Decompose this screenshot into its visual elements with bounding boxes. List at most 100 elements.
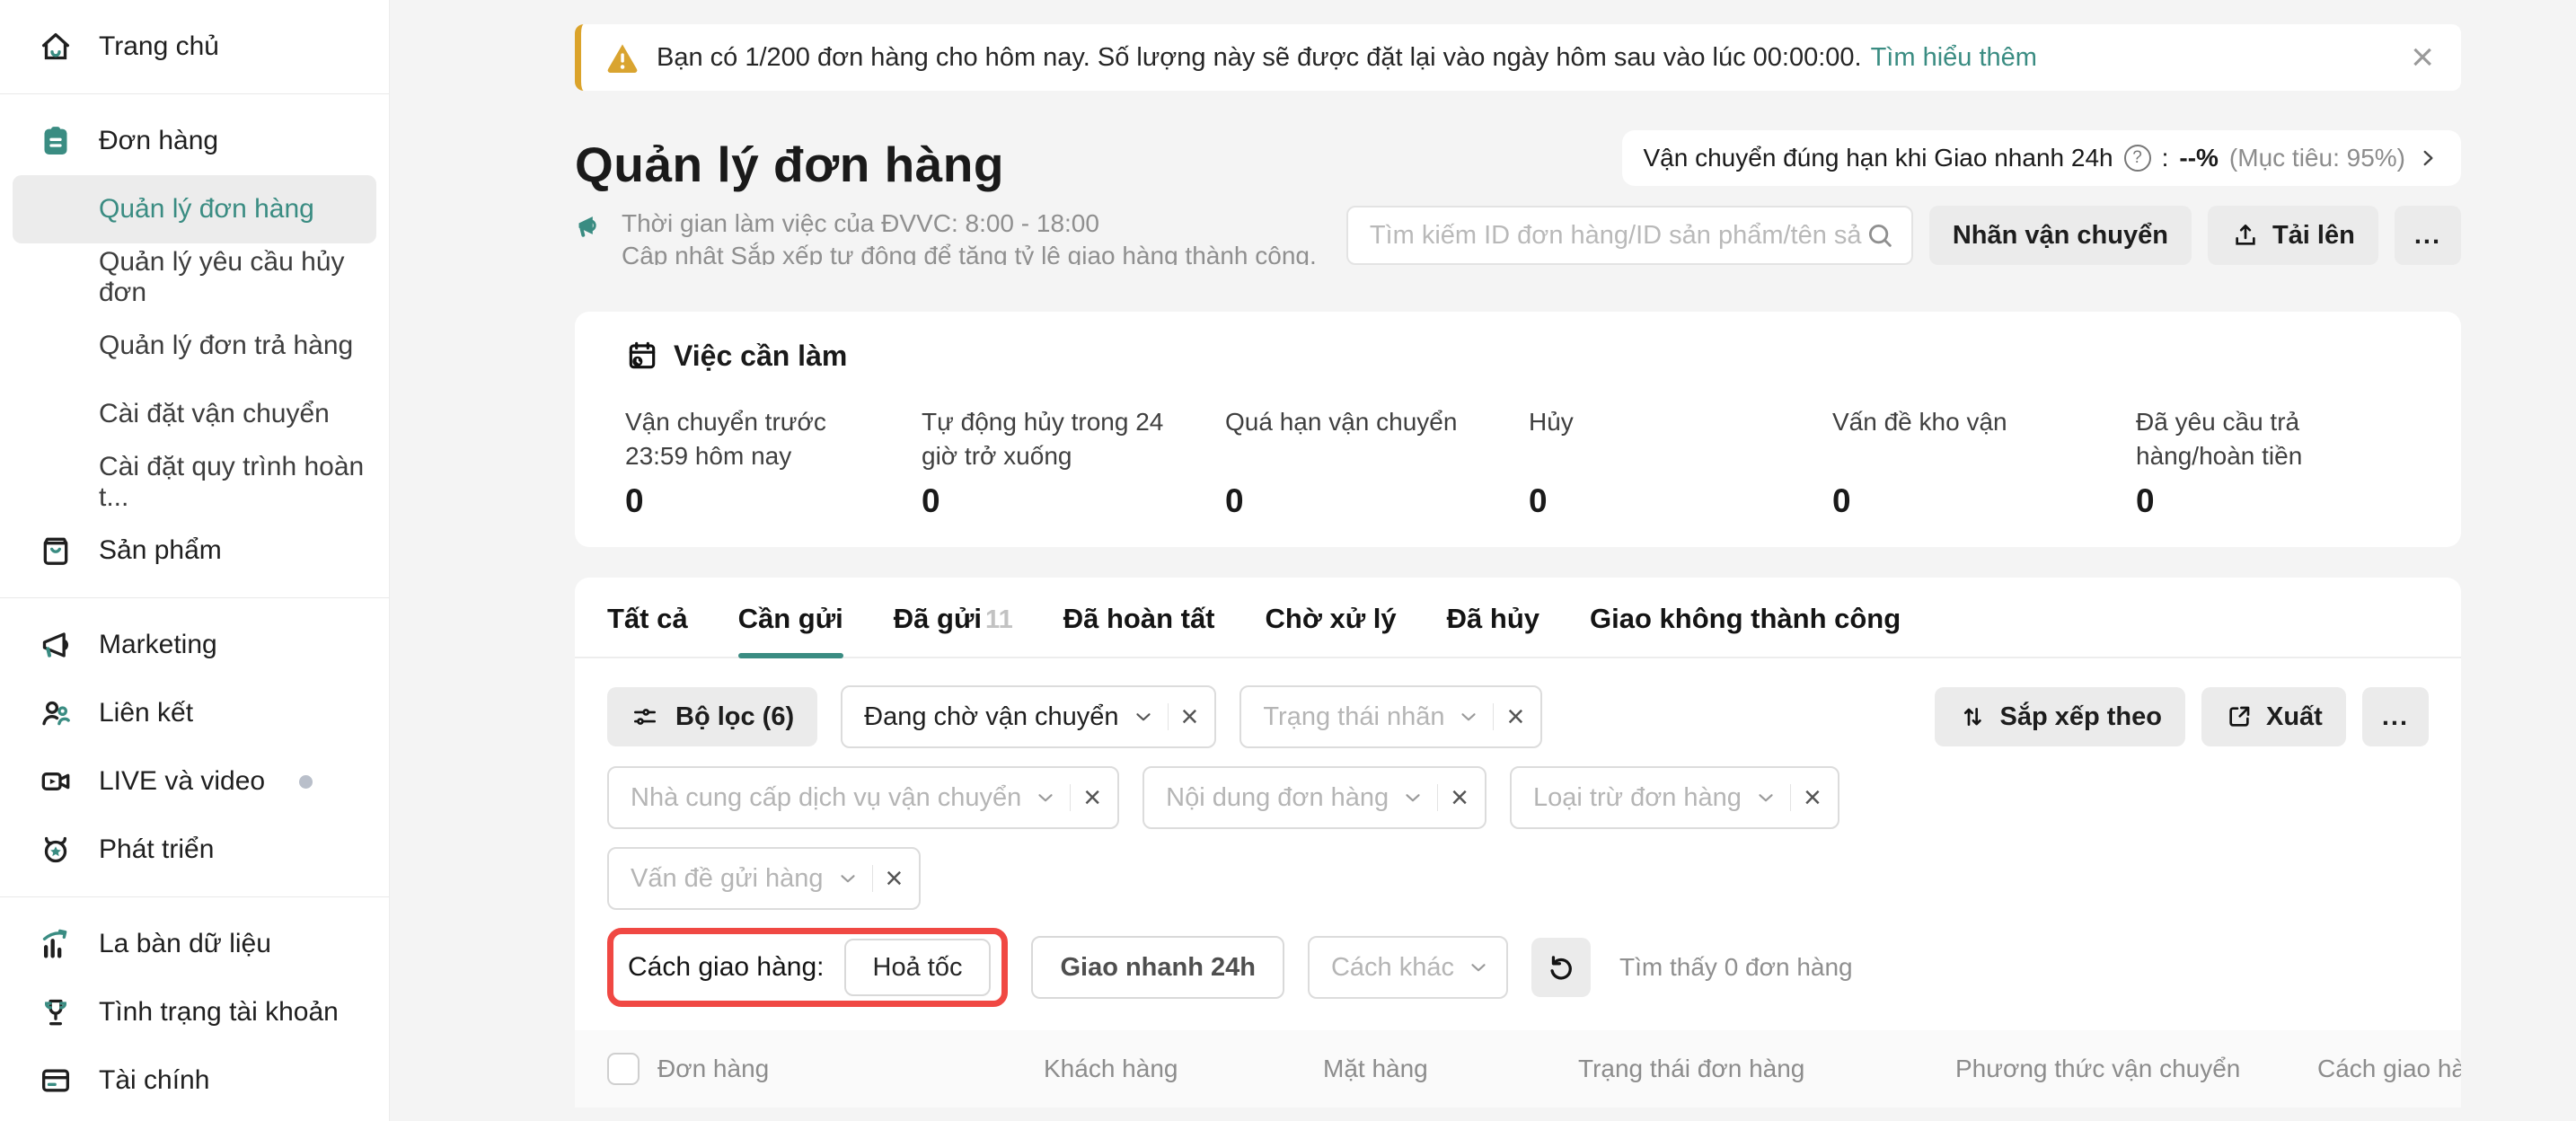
- more-button[interactable]: ...: [2362, 687, 2429, 746]
- sidebar-item-finance[interactable]: Tài chính: [0, 1046, 389, 1115]
- filter-chip-carrier[interactable]: Nhà cung cấp dịch vụ vận chuyển ×: [607, 766, 1119, 829]
- column-header-shipping-method[interactable]: Phương thức vận chuyển: [1955, 1055, 2317, 1083]
- sidebar-item-cancel-requests[interactable]: Quản lý yêu cầu hủy đơn: [0, 243, 389, 312]
- help-icon[interactable]: ?: [2124, 145, 2151, 172]
- filter-icon: [631, 702, 659, 731]
- filter-chip-label-status[interactable]: Trạng thái nhãn ×: [1239, 685, 1542, 748]
- sidebar-item-return-process-settings[interactable]: Cài đặt quy trình hoàn t...: [0, 448, 389, 516]
- sidebar-item-home[interactable]: Trang chủ: [0, 13, 389, 81]
- tab-label: Tất cả: [607, 603, 688, 634]
- todo-item-overdue[interactable]: Quá hạn vận chuyển 0: [1225, 405, 1529, 520]
- sidebar-item-label: Cài đặt vận chuyển: [99, 399, 330, 429]
- learn-more-link[interactable]: Tìm hiểu thêm: [1871, 43, 2037, 73]
- export-button[interactable]: Xuất: [2201, 687, 2346, 746]
- result-count-text: Tìm thấy 0 đơn hàng: [1619, 953, 1853, 982]
- filter-chip-shipping-status[interactable]: Đang chờ vận chuyển ×: [841, 685, 1216, 748]
- todo-card: Việc cần làm Vận chuyển trước 23:59 hôm …: [575, 312, 2461, 547]
- tab-delivery-failed[interactable]: Giao không thành công: [1590, 603, 1901, 657]
- shipping-label-button-text: Nhãn vận chuyển: [1953, 221, 2168, 251]
- sidebar-item-returns[interactable]: Quản lý đơn trả hàng: [0, 312, 389, 380]
- remove-filter-icon[interactable]: ×: [1083, 782, 1101, 813]
- remove-filter-icon[interactable]: ×: [1451, 782, 1469, 813]
- column-header-items[interactable]: Mặt hàng: [1323, 1055, 1578, 1083]
- sidebar-item-orders[interactable]: Đơn hàng: [0, 107, 389, 175]
- search-box[interactable]: [1346, 206, 1913, 265]
- metric-label: Vận chuyển đúng hạn khi Giao nhanh 24h: [1644, 144, 2113, 172]
- tab-count-badge: 11: [985, 605, 1013, 634]
- shipping-label-button[interactable]: Nhãn vận chuyển: [1929, 206, 2192, 265]
- filter-chip-exclude-orders[interactable]: Loại trừ đơn hàng ×: [1510, 766, 1839, 829]
- sidebar-item-order-management[interactable]: Quản lý đơn hàng: [13, 175, 376, 243]
- sort-icon: [1958, 702, 1987, 731]
- tab-pending[interactable]: Chờ xử lý: [1266, 603, 1397, 657]
- metric-value: --%: [2179, 144, 2219, 172]
- delivery-option-express[interactable]: Hoả tốc: [844, 939, 992, 996]
- banner-text: Bạn có 1/200 đơn hàng cho hôm nay. Số lư…: [657, 43, 1862, 73]
- close-icon[interactable]: ×: [2411, 38, 2434, 77]
- tab-completed[interactable]: Đã hoàn tất: [1063, 603, 1215, 657]
- sidebar-item-live-video[interactable]: LIVE và video: [0, 747, 389, 816]
- chip-label: Cách khác: [1331, 953, 1454, 983]
- search-input[interactable]: [1368, 220, 1865, 252]
- sidebar-item-affiliate[interactable]: Liên kết: [0, 679, 389, 747]
- chip-divider: [872, 865, 873, 892]
- select-all-checkbox[interactable]: [607, 1053, 640, 1085]
- on-time-shipping-metric[interactable]: Vận chuyển đúng hạn khi Giao nhanh 24h ?…: [1622, 130, 2462, 186]
- tab-to-ship[interactable]: Cần gửi: [738, 603, 843, 657]
- delivery-option-other[interactable]: Cách khác: [1308, 936, 1508, 999]
- chip-divider: [1437, 784, 1438, 811]
- quota-warning-banner: Bạn có 1/200 đơn hàng cho hôm nay. Số lư…: [575, 24, 2461, 91]
- tab-label: Chờ xử lý: [1266, 603, 1397, 634]
- sidebar-item-products[interactable]: Sản phẩm: [0, 516, 389, 585]
- upload-icon: [2231, 221, 2260, 250]
- todo-label: Đã yêu cầu trả hàng/hoàn tiền: [2136, 405, 2405, 477]
- chip-divider: [1168, 703, 1169, 730]
- sidebar-item-marketing[interactable]: Marketing: [0, 611, 389, 679]
- todo-item-logistics-issue[interactable]: Vấn đề kho vận 0: [1832, 405, 2136, 520]
- tab-shipped[interactable]: Đã gửi11: [894, 603, 1013, 657]
- column-header-order-status[interactable]: Trạng thái đơn hàng: [1578, 1055, 1955, 1083]
- chip-divider: [1493, 703, 1494, 730]
- tab-all[interactable]: Tất cả: [607, 603, 688, 657]
- filter-button[interactable]: Bộ lọc (6): [607, 687, 817, 746]
- upload-button[interactable]: Tải lên: [2208, 206, 2378, 265]
- reset-filters-button[interactable]: [1531, 938, 1591, 997]
- notice-line-1: Thời gian làm việc của ĐVVC: 8:00 - 18:0…: [622, 207, 1346, 240]
- more-icon: ...: [2414, 221, 2441, 251]
- notice-line-2: Cập nhật Sắp xếp tự động để tăng tỷ lệ g…: [622, 240, 1346, 265]
- todo-label: Vận chuyển trước 23:59 hôm nay: [625, 405, 850, 477]
- remove-filter-icon[interactable]: ×: [1804, 782, 1822, 813]
- metric-target: (Mục tiêu: 95%): [2229, 144, 2405, 172]
- tab-cancelled[interactable]: Đã hủy: [1447, 603, 1539, 657]
- todo-item-ship-today[interactable]: Vận chuyển trước 23:59 hôm nay 0: [625, 405, 922, 520]
- todo-item-return-refund[interactable]: Đã yêu cầu trả hàng/hoàn tiền 0: [2136, 405, 2425, 520]
- chevron-down-icon: [1132, 705, 1155, 728]
- sidebar-item-data-compass[interactable]: La bàn dữ liệu: [0, 910, 389, 978]
- more-button[interactable]: ...: [2395, 206, 2461, 265]
- delivery-option-fast24[interactable]: Giao nhanh 24h: [1031, 936, 1284, 999]
- remove-filter-icon[interactable]: ×: [886, 863, 904, 894]
- column-header-delivery-method[interactable]: Cách giao hàng: [2317, 1055, 2461, 1083]
- remove-filter-icon[interactable]: ×: [1181, 702, 1199, 732]
- bar-chart-icon: [38, 926, 74, 962]
- search-icon[interactable]: [1865, 220, 1895, 251]
- sidebar-item-shipping-settings[interactable]: Cài đặt vận chuyển: [0, 380, 389, 448]
- todo-item-auto-cancel[interactable]: Tự động hủy trong 24 giờ trở xuống 0: [922, 405, 1225, 520]
- column-header-customer[interactable]: Khách hàng: [1044, 1055, 1323, 1083]
- remove-filter-icon[interactable]: ×: [1506, 702, 1524, 732]
- column-header-order[interactable]: Đơn hàng: [657, 1055, 1044, 1083]
- page-header-right: Vận chuyển đúng hạn khi Giao nhanh 24h ?…: [1346, 130, 2461, 265]
- sidebar-divider: [0, 93, 389, 94]
- filter-chip-shipping-issue[interactable]: Vấn đề gửi hàng ×: [607, 847, 921, 910]
- todo-item-cancelled[interactable]: Hủy 0: [1529, 405, 1832, 520]
- sidebar-item-growth[interactable]: Phát triển: [0, 816, 389, 884]
- filter-row-3: Vấn đề gửi hàng ×: [607, 847, 2429, 910]
- sidebar-item-account-health[interactable]: Tình trạng tài khoản: [0, 978, 389, 1046]
- list-actions: Sắp xếp theo Xuất ...: [1935, 687, 2429, 746]
- filter-chip-order-content[interactable]: Nội dung đơn hàng ×: [1142, 766, 1486, 829]
- chip-label: Nhà cung cấp dịch vụ vận chuyển: [631, 783, 1021, 813]
- metric-separator: :: [2162, 144, 2169, 172]
- export-button-text: Xuất: [2266, 702, 2323, 732]
- todo-value: 0: [625, 482, 922, 520]
- sort-button[interactable]: Sắp xếp theo: [1935, 687, 2185, 746]
